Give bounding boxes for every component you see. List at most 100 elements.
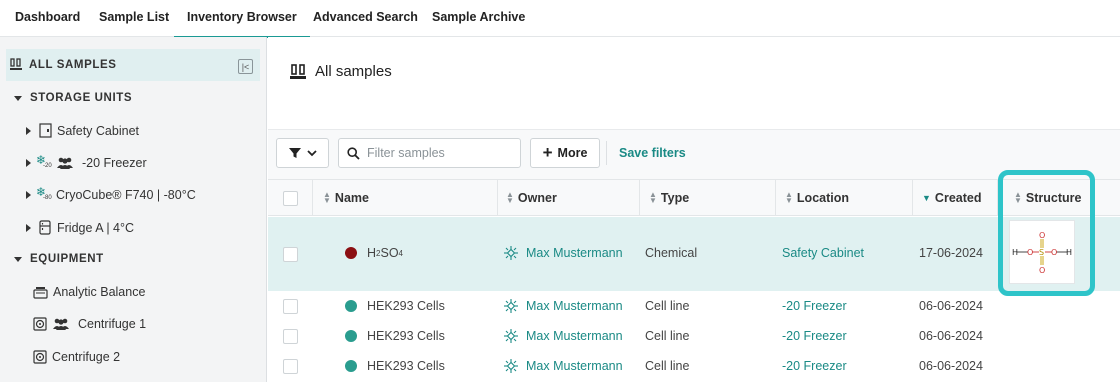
formula-so: SO bbox=[380, 246, 399, 260]
user-network-icon bbox=[504, 299, 518, 313]
column-label: Name bbox=[334, 191, 369, 205]
tab-sample-list[interactable]: Sample List bbox=[99, 10, 169, 24]
sample-type: Cell line bbox=[645, 329, 690, 343]
storage-units-header[interactable]: STORAGE UNITS bbox=[14, 92, 132, 104]
sample-type: Cell line bbox=[645, 359, 690, 373]
column-header-location[interactable]: ▲ ▼ Location bbox=[776, 180, 913, 216]
tab-sample-archive[interactable]: Sample Archive bbox=[432, 10, 525, 24]
table-row[interactable]: HEK293 Cells Max Mustermann Cell line -2… bbox=[268, 351, 1120, 381]
sidebar-item-analytic-balance[interactable]: Analytic Balance bbox=[33, 285, 145, 299]
sidebar-item-safety-cabinet[interactable]: Safety Cabinet bbox=[26, 123, 139, 138]
collapse-sidebar-button[interactable]: |< bbox=[238, 59, 253, 74]
column-header-created[interactable]: ▼ Created bbox=[913, 180, 998, 216]
caret-right-icon[interactable] bbox=[26, 223, 31, 232]
column-header-owner[interactable]: ▲ ▼ Owner bbox=[498, 180, 640, 216]
tab-inventory-browser[interactable]: Inventory Browser bbox=[174, 10, 310, 38]
sidebar-item-all-samples[interactable]: ALL SAMPLES bbox=[10, 58, 117, 71]
owner-link[interactable]: Max Mustermann bbox=[504, 359, 623, 373]
location-link[interactable]: Safety Cabinet bbox=[782, 246, 864, 260]
table-row[interactable]: H 2 SO 4 Max Mustermann Chemical Safety Cab… bbox=[268, 217, 1120, 291]
status-dot bbox=[345, 300, 357, 312]
select-all-checkbox[interactable] bbox=[282, 190, 298, 206]
location-link[interactable]: -20 Freezer bbox=[782, 299, 847, 313]
sample-name[interactable]: HEK293 Cells bbox=[345, 359, 445, 373]
sidebar-item-label: -20 Freezer bbox=[82, 156, 147, 170]
save-filters-link[interactable]: Save filters bbox=[619, 146, 686, 160]
column-label: Location bbox=[796, 191, 850, 205]
user-network-icon bbox=[504, 359, 518, 373]
freezer-minus80-icon: ❄ -80 bbox=[36, 185, 52, 201]
atom-label: O bbox=[1039, 231, 1045, 240]
caret-right-icon[interactable] bbox=[26, 126, 31, 135]
tab-advanced-search[interactable]: Advanced Search bbox=[313, 10, 418, 24]
column-header-structure[interactable]: ▲ ▼ Structure bbox=[998, 180, 1120, 216]
page-title: All samples bbox=[290, 63, 392, 80]
search-input[interactable] bbox=[367, 146, 517, 160]
shared-users-icon bbox=[57, 157, 73, 169]
location-link[interactable]: -20 Freezer bbox=[782, 329, 847, 343]
sidebar-item-centrifuge-1[interactable]: Centrifuge 1 bbox=[33, 317, 146, 331]
tab-dashboard[interactable]: Dashboard bbox=[15, 10, 80, 24]
search-icon bbox=[347, 146, 360, 160]
atom-label: H bbox=[1012, 248, 1018, 257]
caret-right-icon[interactable] bbox=[26, 159, 31, 167]
search-field[interactable] bbox=[338, 138, 521, 168]
shared-users-icon bbox=[53, 318, 69, 330]
equipment-header[interactable]: EQUIPMENT bbox=[14, 253, 104, 265]
owner-link[interactable]: Max Mustermann bbox=[504, 246, 623, 260]
sample-name-text: HEK293 Cells bbox=[367, 359, 445, 373]
sort-icon: ▲ ▼ bbox=[649, 190, 657, 205]
formula-h: H bbox=[367, 246, 377, 260]
caret-down-icon bbox=[14, 95, 22, 101]
sample-name[interactable]: HEK293 Cells bbox=[345, 299, 445, 313]
more-button-label: More bbox=[557, 146, 588, 160]
row-checkbox[interactable] bbox=[283, 247, 298, 262]
sample-tubes-icon bbox=[10, 58, 22, 70]
chevron-down-icon bbox=[306, 149, 317, 156]
table-row[interactable]: HEK293 Cells Max Mustermann Cell line -2… bbox=[268, 321, 1120, 351]
filter-icon bbox=[288, 148, 301, 158]
sidebar: ALL SAMPLES |< STORAGE UNITS Safety Cabi… bbox=[0, 37, 267, 382]
sort-icon: ▲ ▼ bbox=[506, 190, 514, 205]
owner-name: Max Mustermann bbox=[526, 329, 623, 343]
sidebar-item-label: Centrifuge 1 bbox=[78, 317, 147, 331]
sidebar-item-label: Fridge A | 4°C bbox=[57, 220, 135, 235]
row-checkbox[interactable] bbox=[283, 359, 298, 374]
table-header: ▲ ▼ Name ▲ ▼ Owner ▲ ▼ Type ▲ ▼ Location ▼ C… bbox=[268, 179, 1120, 216]
owner-link[interactable]: Max Mustermann bbox=[504, 299, 623, 313]
sidebar-item-label: CryoCube® F740 | -80°C bbox=[56, 188, 196, 202]
more-button[interactable]: + More bbox=[530, 138, 600, 168]
equipment-label: EQUIPMENT bbox=[30, 253, 104, 265]
sample-name[interactable]: HEK293 Cells bbox=[345, 329, 445, 343]
user-network-icon bbox=[504, 329, 518, 343]
sample-name[interactable]: H 2 SO 4 bbox=[345, 246, 403, 260]
sort-icon: ▲ ▼ bbox=[1014, 190, 1022, 205]
sidebar-item-fridge-a[interactable]: Fridge A | 4°C bbox=[26, 220, 134, 235]
atom-label: O bbox=[1039, 266, 1045, 275]
column-header-name[interactable]: ▲ ▼ Name bbox=[313, 180, 498, 216]
balance-icon bbox=[33, 286, 48, 299]
structure-thumbnail[interactable]: H O S O H O O bbox=[1009, 220, 1075, 284]
sidebar-item-centrifuge-2[interactable]: Centrifuge 2 bbox=[33, 350, 120, 364]
collapse-left-icon: |< bbox=[241, 61, 250, 72]
row-checkbox[interactable] bbox=[283, 299, 298, 314]
caret-right-icon[interactable] bbox=[26, 191, 31, 199]
sidebar-item-minus20-freezer[interactable]: ❄ -20 -20 Freezer bbox=[26, 153, 147, 171]
sample-type: Cell line bbox=[645, 299, 690, 313]
table-row[interactable]: HEK293 Cells Max Mustermann Cell line -2… bbox=[268, 291, 1120, 321]
select-all-cell bbox=[268, 180, 313, 216]
column-header-type[interactable]: ▲ ▼ Type bbox=[640, 180, 776, 216]
row-checkbox[interactable] bbox=[283, 329, 298, 344]
owner-link[interactable]: Max Mustermann bbox=[504, 329, 623, 343]
location-link[interactable]: -20 Freezer bbox=[782, 359, 847, 373]
status-dot bbox=[345, 330, 357, 342]
caret-down-icon bbox=[14, 256, 22, 262]
column-label: Owner bbox=[517, 191, 557, 205]
sort-descending-icon: ▼ bbox=[922, 193, 931, 203]
sidebar-item-cryocube[interactable]: ❄ -80 CryoCube® F740 | -80°C bbox=[26, 185, 196, 203]
all-samples-label: ALL SAMPLES bbox=[29, 58, 117, 71]
column-label: Type bbox=[660, 191, 690, 205]
filter-dropdown-button[interactable] bbox=[276, 138, 329, 168]
centrifuge-icon bbox=[33, 350, 47, 364]
atom-label: H bbox=[1066, 248, 1072, 257]
